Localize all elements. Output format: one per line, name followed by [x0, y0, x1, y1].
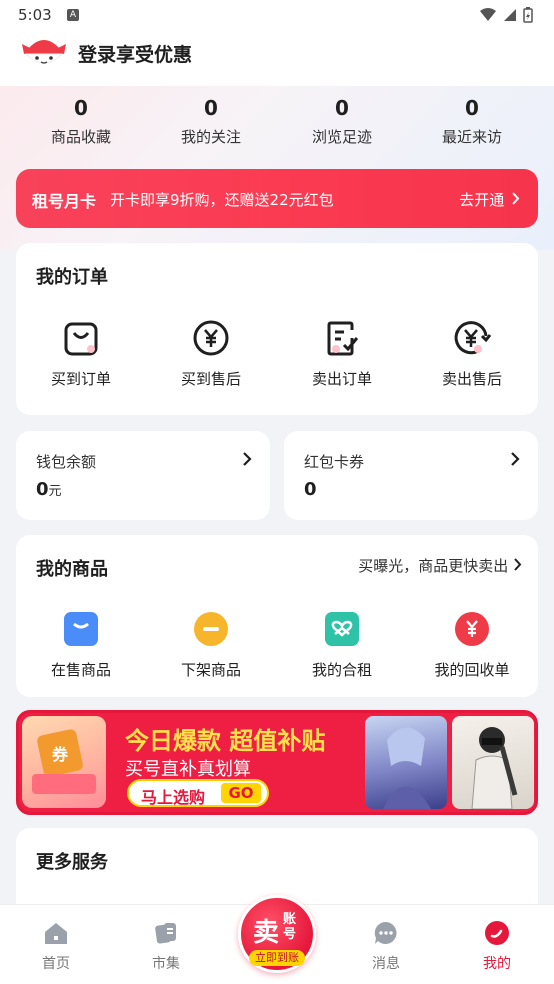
goods-off-shelf-label: 下架商品 [180, 661, 241, 679]
coupon-illustration: 券 [22, 716, 106, 808]
status-time: 5:03 [18, 6, 52, 24]
more-services-title: 更多服务 [36, 852, 108, 873]
game-character-image-2 [452, 716, 534, 810]
order-sold-label: 卖出订单 [311, 370, 372, 388]
sell-tag: 立即到账 [249, 950, 305, 966]
buy-now-button[interactable]: 马上选购 GO [127, 779, 269, 807]
sell-account-button[interactable]: 卖 账号 立即到账 [238, 895, 316, 973]
wifi-signal-battery-icon [480, 7, 533, 23]
stat-label: 商品收藏 [50, 128, 111, 146]
order-sold[interactable]: 卖出订单 [277, 318, 407, 389]
promote-goods-link[interactable]: 买曝光，商品更快卖出 [358, 555, 522, 576]
home-icon [45, 923, 67, 944]
yuan-refresh-icon [454, 321, 492, 355]
goods-on-sale-label: 在售商品 [50, 661, 111, 679]
chevron-right-icon [514, 558, 522, 571]
profile-icon [485, 921, 509, 945]
game-character-art [383, 727, 431, 809]
chevron-right-icon [243, 452, 252, 466]
soldier-art [471, 727, 518, 810]
tab-profile-label: 我的 [483, 956, 511, 972]
banner-subtitle: 买号直补真划算 [125, 759, 251, 780]
coupon-value: 0 [304, 479, 317, 500]
order-bought[interactable]: 买到订单 [16, 318, 146, 389]
tab-market-label: 市集 [152, 956, 180, 972]
stat-label: 最近来访 [441, 128, 502, 146]
order-bought-label: 买到订单 [50, 370, 111, 388]
wallet-balance-unit: 元 [48, 484, 62, 499]
stat-history[interactable]: 0 浏览足迹 [277, 96, 407, 147]
notification-icon: A [67, 9, 79, 21]
promo-banner[interactable]: 券 今日爆款 超值补贴 买号直补真划算 马上选购 GO [16, 710, 538, 815]
game-character-image-1 [365, 716, 447, 809]
coupon-ticket-icon: 券 [32, 729, 96, 794]
banner-title: 今日爆款 超值补贴 [125, 727, 326, 755]
stat-value: 0 [335, 96, 349, 120]
wallet-balance-card[interactable]: 钱包余额 0元 [16, 431, 270, 520]
goods-recycle-order-label: 我的回收单 [434, 661, 510, 679]
app-header: 登录享受优惠 [0, 30, 554, 86]
sell-small-label: 账号 [283, 912, 297, 942]
order-sold-aftersale-label: 卖出售后 [441, 370, 502, 388]
tab-profile[interactable]: 我的 [457, 919, 537, 973]
tab-home-label: 首页 [42, 956, 70, 972]
order-bought-aftersale-label: 买到售后 [180, 370, 241, 388]
coupon-label: 红包卡券 [304, 453, 365, 471]
tab-market[interactable]: 市集 [126, 919, 206, 973]
buy-now-label: 马上选购 [141, 788, 206, 807]
chevron-right-icon [511, 452, 520, 466]
wallet-balance-label: 钱包余额 [36, 453, 97, 471]
stat-favorites[interactable]: 0 商品收藏 [16, 96, 146, 147]
vip-open-button[interactable]: 去开通 [459, 189, 520, 210]
recycle-order-icon [455, 612, 489, 646]
login-title[interactable]: 登录享受优惠 [78, 40, 192, 67]
market-icon [155, 923, 176, 944]
coupon-text: 券 [51, 745, 69, 764]
document-check-icon [327, 321, 359, 356]
message-icon [374, 921, 397, 944]
wallet-balance-value: 0元 [36, 479, 62, 500]
chevron-right-icon [512, 192, 520, 205]
order-bought-aftersale[interactable]: 买到售后 [146, 318, 276, 389]
on-sale-icon [64, 612, 98, 646]
vip-title: 租号月卡 [32, 192, 97, 211]
go-badge: GO [221, 783, 261, 803]
promote-goods-label: 买曝光，商品更快卖出 [358, 557, 509, 575]
stat-label: 浏览足迹 [311, 128, 372, 146]
shopping-bag-icon [64, 322, 98, 356]
wallet-balance-amount: 0 [36, 479, 49, 500]
stat-label: 我的关注 [180, 128, 241, 146]
avatar[interactable] [20, 32, 68, 72]
goods-shared-rent-label: 我的合租 [311, 661, 372, 679]
goods-card: 我的商品 买曝光，商品更快卖出 在售商品 下架商品 我的合租 我的回收单 [16, 535, 538, 697]
tab-home[interactable]: 首页 [16, 919, 96, 973]
goods-off-shelf[interactable]: 下架商品 [146, 609, 276, 680]
orders-title: 我的订单 [36, 267, 108, 288]
stat-following[interactable]: 0 我的关注 [146, 96, 276, 147]
vip-card-banner[interactable]: 租号月卡 开卡即享9折购，还赠送22元红包 去开通 [16, 169, 538, 228]
stat-value: 0 [204, 96, 218, 120]
status-bar: 5:03 A [0, 0, 554, 30]
orders-card: 我的订单 买到订单 买到售后 卖出订单 卖出售后 [16, 243, 538, 415]
yuan-circle-icon [193, 320, 229, 356]
sell-main-label: 卖 [253, 918, 280, 948]
order-sold-aftersale[interactable]: 卖出售后 [407, 318, 537, 389]
goods-title: 我的商品 [36, 559, 108, 580]
vip-description: 开卡即享9折购，还赠送22元红包 [110, 191, 334, 209]
goods-on-sale[interactable]: 在售商品 [16, 609, 146, 680]
vip-open-label: 去开通 [459, 191, 505, 209]
stat-visitors[interactable]: 0 最近来访 [407, 96, 537, 147]
off-shelf-icon [194, 612, 228, 646]
status-icons [478, 6, 538, 28]
shared-rent-icon [325, 612, 359, 646]
tab-messages[interactable]: 消息 [346, 919, 426, 973]
stat-value: 0 [74, 96, 88, 120]
tab-messages-label: 消息 [372, 956, 400, 972]
coupon-card[interactable]: 红包卡券 0 [284, 431, 538, 520]
stat-value: 0 [465, 96, 479, 120]
stats-row: 0 商品收藏 0 我的关注 0 浏览足迹 0 最近来访 [16, 96, 538, 156]
goods-recycle-order[interactable]: 我的回收单 [407, 609, 537, 680]
goods-shared-rent[interactable]: 我的合租 [277, 609, 407, 680]
